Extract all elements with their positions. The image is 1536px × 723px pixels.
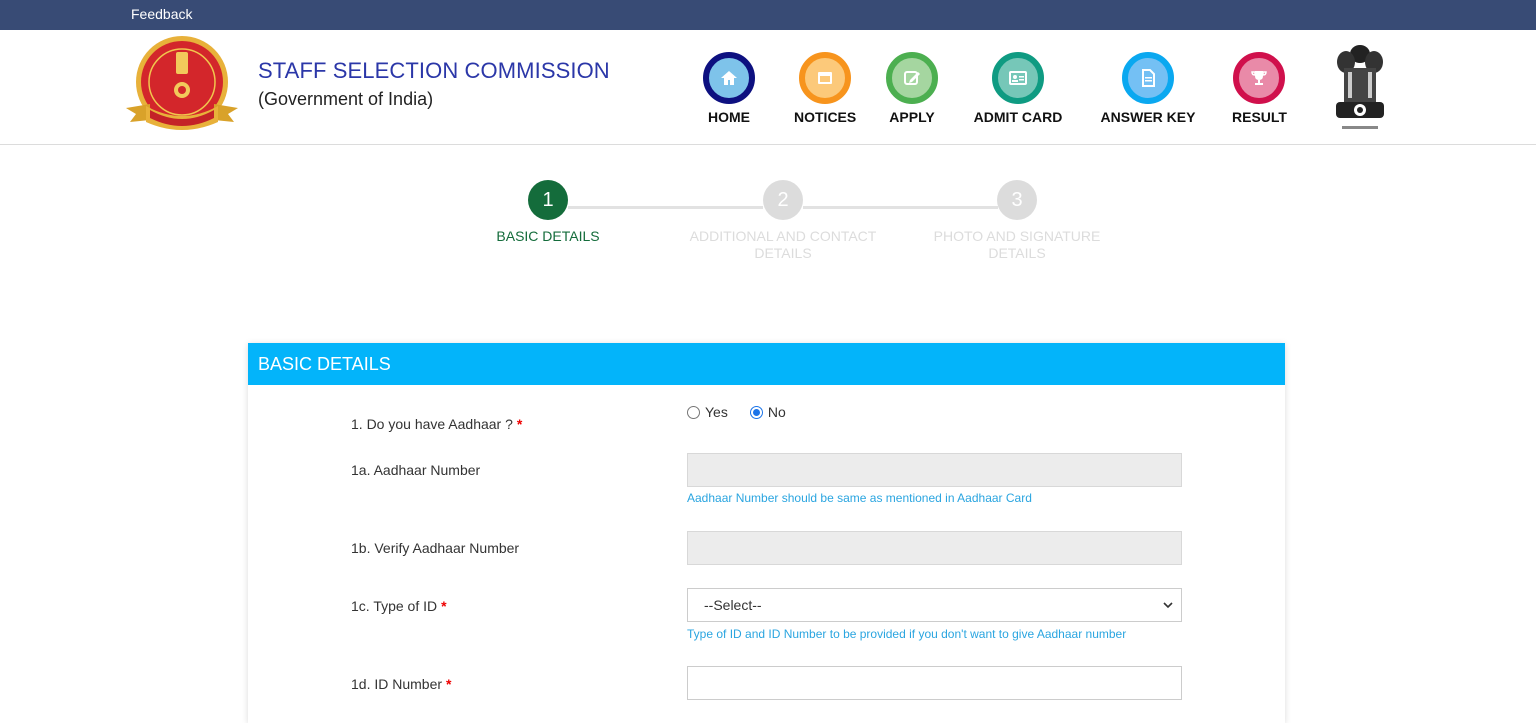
aadhaar-number-label: 1a. Aadhaar Number <box>351 462 481 478</box>
label-text: 1c. Type of ID <box>351 598 438 614</box>
aadhaar-no-radio[interactable]: No <box>749 404 786 420</box>
org-subtitle: (Government of India) <box>258 89 434 109</box>
document-icon <box>1122 52 1174 104</box>
nav-result-label: RESULT <box>1232 109 1287 125</box>
step-number: 1 <box>528 180 568 220</box>
nav-apply-label: APPLY <box>889 109 935 125</box>
progress-stepper: 1 BASIC DETAILS 2 ADDITIONAL AND CONTACT… <box>0 180 1536 280</box>
top-bar: Feedback <box>0 0 1536 30</box>
step-label: ADDITIONAL AND CONTACT DETAILS <box>689 228 877 261</box>
radio-label: Yes <box>705 404 728 420</box>
step-basic-details[interactable]: 1 BASIC DETAILS <box>478 180 618 245</box>
basic-details-card: BASIC DETAILS 1. Do you have Aadhaar ? * … <box>248 343 1285 723</box>
section-title: BASIC DETAILS <box>248 343 1285 385</box>
select-value: --Select-- <box>704 597 762 613</box>
nav-admit-card[interactable]: ADMIT CARD <box>971 52 1065 125</box>
nav-notices-label: NOTICES <box>794 109 857 125</box>
ssc-logo[interactable] <box>120 34 244 138</box>
radio-button-selected[interactable] <box>749 405 763 419</box>
edit-icon <box>886 52 938 104</box>
nav-apply[interactable]: APPLY <box>886 52 938 125</box>
nav-answer-key-label: ANSWER KEY <box>1100 109 1196 125</box>
nav-admit-card-label: ADMIT CARD <box>973 109 1063 125</box>
site-header: STAFF SELECTION COMMISSION (Government o… <box>0 30 1536 145</box>
national-emblem <box>1336 45 1384 129</box>
aadhaar-question-label: 1. Do you have Aadhaar ? * <box>351 416 522 432</box>
notice-icon <box>799 52 852 104</box>
step-photo-signature[interactable]: 3 PHOTO AND SIGNATURE DETAILS <box>927 180 1107 262</box>
step-number: 2 <box>763 180 803 220</box>
id-type-select[interactable]: --Select-- <box>687 588 1182 622</box>
step-number: 3 <box>997 180 1037 220</box>
aadhaar-number-help: Aadhaar Number should be same as mention… <box>687 491 1032 505</box>
required-marker: * <box>446 676 452 692</box>
id-type-help: Type of ID and ID Number to be provided … <box>687 627 1127 641</box>
id-number-input[interactable] <box>687 666 1182 700</box>
verify-aadhaar-input[interactable] <box>687 531 1182 565</box>
chevron-down-icon <box>1163 601 1173 608</box>
step-label: PHOTO AND SIGNATURE DETAILS <box>933 228 1101 261</box>
label-text: 1d. ID Number <box>351 676 443 692</box>
label-text: 1. Do you have Aadhaar ? <box>351 416 513 432</box>
radio-button[interactable] <box>687 405 700 419</box>
step-label: BASIC DETAILS <box>496 228 600 244</box>
aadhaar-number-input[interactable] <box>687 453 1182 487</box>
nav-answer-key[interactable]: ANSWER KEY <box>1098 52 1198 125</box>
nav-notices[interactable]: NOTICES <box>794 52 856 125</box>
aadhaar-yes-radio[interactable]: Yes <box>687 404 728 420</box>
feedback-link[interactable]: Feedback <box>131 6 192 22</box>
id-card-icon <box>992 52 1044 104</box>
trophy-icon <box>1233 52 1286 104</box>
nav-home[interactable]: HOME <box>703 52 755 125</box>
aadhaar-radio-group: Yes No <box>687 404 786 420</box>
id-number-label: 1d. ID Number * <box>351 676 452 692</box>
nav-result[interactable]: RESULT <box>1232 52 1287 125</box>
required-marker: * <box>441 598 447 614</box>
radio-label: No <box>767 404 786 420</box>
verify-aadhaar-label: 1b. Verify Aadhaar Number <box>351 540 520 556</box>
required-marker: * <box>516 416 523 432</box>
id-type-label: 1c. Type of ID * <box>351 598 447 614</box>
nav-home-label: HOME <box>708 109 750 125</box>
org-title: STAFF SELECTION COMMISSION <box>258 58 610 83</box>
home-icon <box>703 52 755 104</box>
step-additional-contact[interactable]: 2 ADDITIONAL AND CONTACT DETAILS <box>683 180 883 262</box>
